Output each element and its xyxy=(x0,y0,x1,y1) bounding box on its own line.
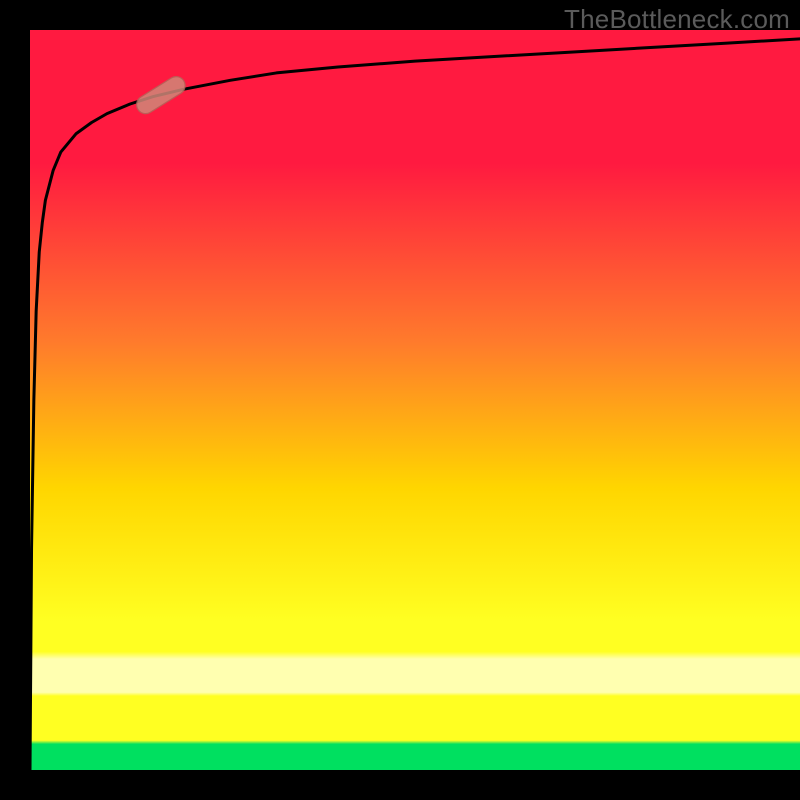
chart-container: TheBottleneck.com xyxy=(0,0,800,800)
plot-background xyxy=(30,30,800,770)
watermark: TheBottleneck.com xyxy=(564,4,790,35)
chart-svg xyxy=(0,0,800,800)
